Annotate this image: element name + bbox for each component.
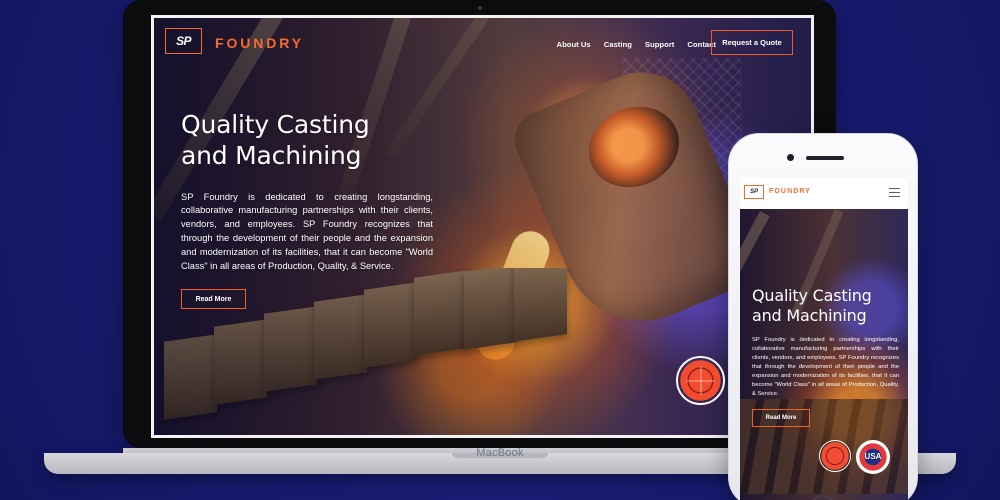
laptop-screen: SP FOUNDRY About Us Casting Support Cont… [151,15,814,438]
hero-title-line-2: and Machining [181,141,362,171]
phone-hero-content: Quality Casting and Machining SP Foundry… [752,286,899,427]
phone-hero-title-line-1: Quality Casting [752,286,872,305]
globe-badge-icon [819,440,851,472]
usa-badge-label: USA [864,452,882,461]
phone-logo-mark[interactable]: SP [744,185,764,199]
phone-hero-title-line-2: and Machining [752,306,867,325]
read-more-button[interactable]: Read More [181,289,246,310]
site-header: SP FOUNDRY About Us Casting Support Cont… [154,18,811,66]
phone-hero: Quality Casting and Machining SP Foundry… [740,209,908,500]
phone-read-more-button[interactable]: Read More [752,408,810,427]
site-logo-mark[interactable]: SP [165,28,202,54]
hero-title-line-1: Quality Casting [181,110,370,139]
site-logo-word[interactable]: FOUNDRY [215,35,304,51]
request-quote-button[interactable]: Request a Quote [711,30,793,55]
phone-hero-description: SP Foundry is dedicated to creating long… [752,337,899,397]
hero-title: Quality Casting and Machining [181,109,433,172]
phone-device: SP FOUNDRY Quality Casting and Machining… [728,133,918,500]
main-navigation: About Us Casting Support Contact [557,40,716,49]
phone-logo-word[interactable]: FOUNDRY [769,188,811,195]
laptop-camera [477,6,482,10]
hamburger-line [889,191,900,194]
hamburger-line [889,195,900,197]
hero-description: SP Foundry is dedicated to creating long… [181,191,433,272]
hamburger-menu-icon[interactable] [889,188,900,197]
phone-camera [787,154,794,161]
hamburger-line [889,188,900,190]
phone-site-header: SP FOUNDRY [740,178,908,209]
nav-link-about-us[interactable]: About Us [557,40,591,49]
globe-badge-icon [676,356,725,405]
nav-link-support[interactable]: Support [645,40,674,49]
usa-badge-icon: USA [856,440,890,474]
hero-content: Quality Casting and Machining SP Foundry… [181,109,433,310]
phone-screen: SP FOUNDRY Quality Casting and Machining… [740,178,908,500]
nav-link-casting[interactable]: Casting [604,40,632,49]
phone-hero-title: Quality Casting and Machining [752,286,899,326]
phone-speaker [806,156,844,160]
product-mockup-stage: SP FOUNDRY About Us Casting Support Cont… [0,0,1000,500]
